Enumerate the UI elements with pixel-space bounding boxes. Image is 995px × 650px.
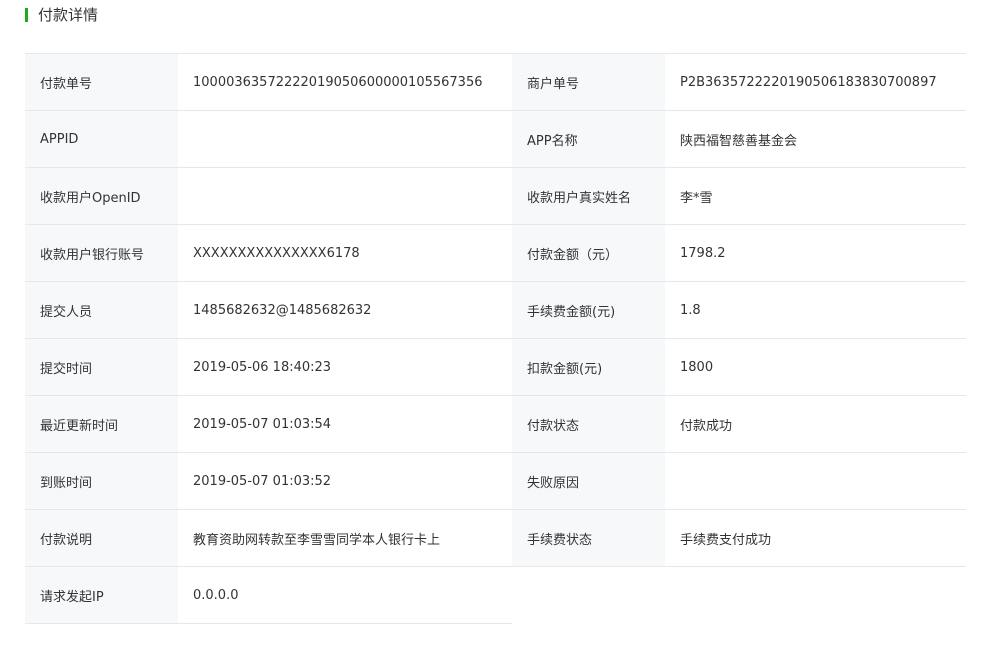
- value-fee-status: 手续费支付成功: [665, 510, 966, 566]
- label-app-name: APP名称: [512, 111, 665, 167]
- label-real-name: 收款用户真实姓名: [512, 168, 665, 224]
- label-merchant-number: 商户单号: [512, 54, 665, 110]
- value-failure-reason: [665, 453, 966, 509]
- label-update-time: 最近更新时间: [25, 396, 178, 452]
- table-row: 最近更新时间 2019-05-07 01:03:54 付款状态 付款成功: [25, 396, 966, 453]
- value-openid: [178, 168, 512, 224]
- table-row: 提交人员 1485682632@1485682632 手续费金额(元) 1.8: [25, 282, 966, 339]
- value-submitter: 1485682632@1485682632: [178, 282, 512, 338]
- value-submit-time: 2019-05-06 18:40:23: [178, 339, 512, 395]
- table-row: 请求发起IP 0.0.0.0: [25, 567, 512, 624]
- table-row: 收款用户OpenID 收款用户真实姓名 李*雪: [25, 168, 966, 225]
- label-appid: APPID: [25, 111, 178, 167]
- label-deduct-amount: 扣款金额(元): [512, 339, 665, 395]
- value-payment-number: 10000363572222019050600000105567356: [178, 54, 512, 110]
- table-row: 付款单号 10000363572222019050600000105567356…: [25, 54, 966, 111]
- value-update-time: 2019-05-07 01:03:54: [178, 396, 512, 452]
- table-row: 到账时间 2019-05-07 01:03:52 失败原因: [25, 453, 966, 510]
- label-payment-number: 付款单号: [25, 54, 178, 110]
- table-row: 收款用户银行账号 XXXXXXXXXXXXXXX6178 付款金额（元） 179…: [25, 225, 966, 282]
- value-real-name: 李*雪: [665, 168, 966, 224]
- label-request-ip: 请求发起IP: [25, 567, 178, 623]
- value-payment-status: 付款成功: [665, 396, 966, 452]
- label-bank-account: 收款用户银行账号: [25, 225, 178, 281]
- label-fee-amount: 手续费金额(元): [512, 282, 665, 338]
- label-submit-time: 提交时间: [25, 339, 178, 395]
- value-merchant-number: P2B36357222201905061838307008​97: [665, 54, 966, 110]
- section-title: 付款详情: [38, 6, 99, 24]
- value-payment-amount: 1798.2: [665, 225, 966, 281]
- table-row: 付款说明 教育资助网转款至李雪雪同学本人银行卡上 手续费状态 手续费支付成功: [25, 510, 966, 567]
- value-request-ip: 0.0.0.0: [178, 567, 512, 623]
- label-payment-status: 付款状态: [512, 396, 665, 452]
- value-app-name: 陕西福智慈善基金会: [665, 111, 966, 167]
- label-fee-status: 手续费状态: [512, 510, 665, 566]
- label-payment-amount: 付款金额（元）: [512, 225, 665, 281]
- label-arrival-time: 到账时间: [25, 453, 178, 509]
- accent-bar: [25, 8, 28, 22]
- value-fee-amount: 1.8: [665, 282, 966, 338]
- table-row: 提交时间 2019-05-06 18:40:23 扣款金额(元) 1800: [25, 339, 966, 396]
- value-bank-account: XXXXXXXXXXXXXXX6178: [178, 225, 512, 281]
- label-openid: 收款用户OpenID: [25, 168, 178, 224]
- value-deduct-amount: 1800: [665, 339, 966, 395]
- value-payment-description: 教育资助网转款至李雪雪同学本人银行卡上: [178, 510, 512, 566]
- payment-details-table: 付款单号 10000363572222019050600000105567356…: [25, 53, 966, 624]
- label-failure-reason: 失败原因: [512, 453, 665, 509]
- section-header: 付款详情: [25, 6, 98, 24]
- value-arrival-time: 2019-05-07 01:03:52: [178, 453, 512, 509]
- value-appid: [178, 111, 512, 167]
- table-row: APPID APP名称 陕西福智慈善基金会: [25, 111, 966, 168]
- label-submitter: 提交人员: [25, 282, 178, 338]
- label-payment-description: 付款说明: [25, 510, 178, 566]
